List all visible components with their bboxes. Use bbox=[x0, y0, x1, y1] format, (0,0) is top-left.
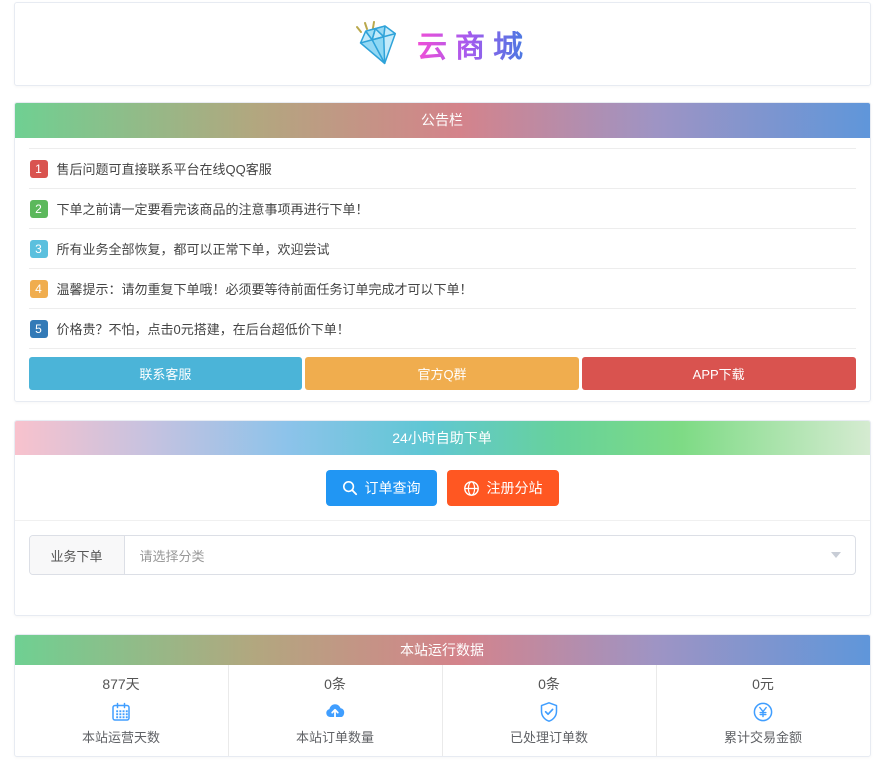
notice-number-badge: 4 bbox=[29, 279, 48, 298]
stat-label: 累计交易金额 bbox=[723, 730, 802, 745]
calendar-icon bbox=[15, 701, 228, 723]
cloud-upload-icon bbox=[229, 701, 442, 723]
order-card: 24小时自助下单 订单查询 注册分站 业务下单 请选择分类 bbox=[13, 420, 871, 616]
notice-number-badge: 3 bbox=[29, 239, 48, 258]
page: 云商城 公告栏 1 售后问题可直接联系平台在线QQ客服 2 下单之前请一定要看完… bbox=[13, 2, 871, 757]
notice-board-header: 公告栏 bbox=[14, 103, 870, 138]
notice-item: 3 所有业务全部恢复，都可以正常下单，欢迎尝试 bbox=[28, 229, 856, 269]
order-section-header: 24小时自助下单 bbox=[14, 421, 870, 455]
notice-text: 价格贵？不怕，点击0元搭建，在后台超低价下单！ bbox=[56, 322, 350, 337]
stat-value: 877天 bbox=[102, 676, 140, 692]
globe-icon bbox=[463, 480, 479, 496]
notice-text: 温馨提示：请勿重复下单哦！必须要等待前面任务订单完成才可以下单！ bbox=[56, 282, 473, 297]
notice-text: 下单之前请一定要看完该商品的注意事项再进行下单！ bbox=[56, 202, 369, 217]
order-form-label: 业务下单 bbox=[29, 536, 125, 574]
order-form: 业务下单 请选择分类 bbox=[15, 521, 870, 615]
order-query-button[interactable]: 订单查询 bbox=[325, 470, 437, 506]
category-select-placeholder: 请选择分类 bbox=[139, 548, 205, 564]
register-substation-label: 注册分站 bbox=[486, 480, 543, 496]
stat-order-count: 0条 本站订单数量 bbox=[227, 665, 442, 756]
order-query-label: 订单查询 bbox=[364, 480, 421, 496]
stat-label: 本站订单数量 bbox=[295, 730, 374, 745]
stats-row: 877天 本站运营天数 0条 本站订单数量 0条 已处理订单数 0元 累计交易金… bbox=[15, 665, 870, 756]
app-download-button[interactable]: APP下载 bbox=[581, 357, 856, 390]
shield-check-icon bbox=[443, 701, 656, 723]
category-input-group: 业务下单 请选择分类 bbox=[28, 535, 856, 575]
stat-value: 0条 bbox=[324, 676, 346, 692]
notice-buttons-row: 联系客服 官方Q群 APP下载 bbox=[28, 357, 856, 390]
order-actions-row: 订单查询 注册分站 bbox=[14, 455, 870, 521]
diamond-logo-icon bbox=[356, 20, 397, 64]
notice-item: 1 售后问题可直接联系平台在线QQ客服 bbox=[28, 149, 856, 189]
official-qq-group-button[interactable]: 官方Q群 bbox=[305, 357, 579, 390]
notice-item: 5 价格贵？不怕，点击0元搭建，在后台超低价下单！ bbox=[28, 309, 856, 349]
notice-item: 2 下单之前请一定要看完该商品的注意事项再进行下单！ bbox=[28, 189, 856, 229]
site-title: 云商城 bbox=[417, 22, 531, 66]
stat-total-amount: 0元 累计交易金额 bbox=[655, 665, 870, 756]
site-logo[interactable]: 云商城 bbox=[353, 20, 531, 68]
stat-label: 已处理订单数 bbox=[509, 730, 588, 745]
chevron-down-icon bbox=[830, 552, 841, 558]
notice-number-badge: 1 bbox=[29, 159, 48, 178]
category-select[interactable]: 请选择分类 bbox=[125, 536, 855, 574]
notice-item: 4 温馨提示：请勿重复下单哦！必须要等待前面任务订单完成才可以下单！ bbox=[28, 269, 856, 309]
search-icon bbox=[342, 480, 357, 496]
stats-header: 本站运行数据 bbox=[14, 635, 870, 665]
yen-circle-icon bbox=[657, 701, 870, 723]
stat-value: 0条 bbox=[538, 676, 560, 692]
stat-label: 本站运营天数 bbox=[81, 730, 160, 745]
notice-text: 所有业务全部恢复，都可以正常下单，欢迎尝试 bbox=[56, 242, 330, 257]
notice-text: 售后问题可直接联系平台在线QQ客服 bbox=[56, 162, 272, 177]
stat-value: 0元 bbox=[752, 676, 774, 692]
contact-support-button[interactable]: 联系客服 bbox=[28, 357, 303, 390]
register-substation-button[interactable]: 注册分站 bbox=[446, 470, 559, 506]
notice-board-card: 公告栏 1 售后问题可直接联系平台在线QQ客服 2 下单之前请一定要看完该商品的… bbox=[13, 102, 871, 402]
stat-days-running: 877天 本站运营天数 bbox=[15, 665, 228, 756]
notice-number-badge: 5 bbox=[29, 319, 48, 338]
logo-card: 云商城 bbox=[13, 2, 871, 86]
stat-processed-orders: 0条 已处理订单数 bbox=[441, 665, 656, 756]
notice-list: 1 售后问题可直接联系平台在线QQ客服 2 下单之前请一定要看完该商品的注意事项… bbox=[28, 148, 856, 349]
notice-number-badge: 2 bbox=[29, 199, 48, 218]
